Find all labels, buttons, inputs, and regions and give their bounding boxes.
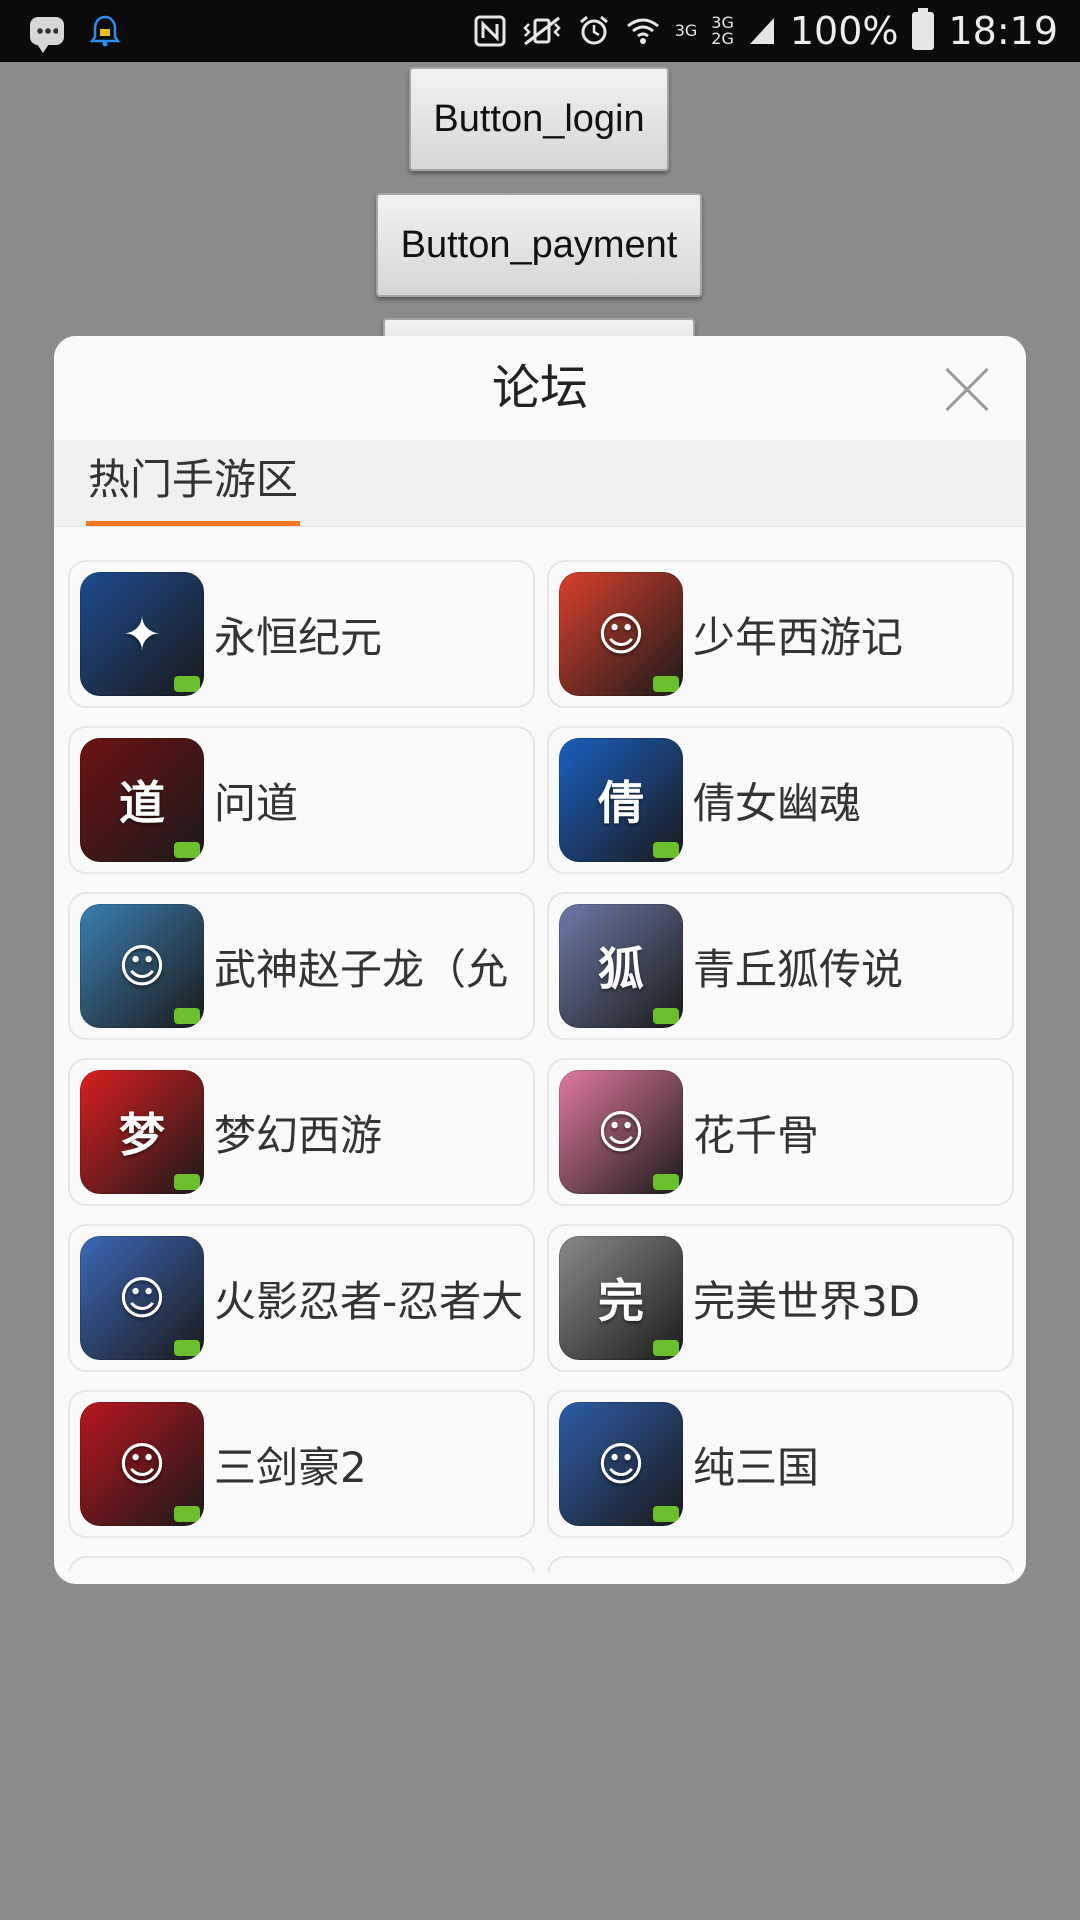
signal-icon bbox=[749, 18, 774, 44]
game-card-partial[interactable] bbox=[547, 1556, 1014, 1572]
iqiyi-badge-icon bbox=[653, 1008, 679, 1024]
network-type-3g: 3G bbox=[675, 23, 698, 39]
game-name: 倩女幽魂 bbox=[693, 778, 862, 828]
game-card[interactable]: ☺ 少年西游记 bbox=[547, 560, 1014, 708]
tab-label: 热门手游区 bbox=[88, 455, 299, 504]
network-label-mid-bottom: 2G bbox=[711, 29, 734, 48]
game-name: 问道 bbox=[214, 778, 299, 828]
game-icon-glyph: 狐 bbox=[598, 942, 644, 996]
nfc-icon bbox=[474, 15, 506, 47]
forum-dialog: 论坛 热门手游区 ✦ 永恒纪元 ☺ 少年西游记道问道倩倩女幽魂 ☺ 武神赵子龙（允狐青丘狐… bbox=[54, 336, 1026, 1584]
iqiyi-badge-icon bbox=[653, 1340, 679, 1356]
game-icon-ninja: ☺ bbox=[80, 1236, 204, 1360]
game-icon-portrait-girl: ☺ bbox=[80, 904, 204, 1028]
game-icon-glyph: 倩 bbox=[598, 776, 644, 830]
status-bar-right: 3G 3G 2G 100% 18:19 bbox=[473, 0, 1058, 62]
game-name: 武神赵子龙（允 bbox=[214, 944, 509, 994]
game-icon-glyph: ✦ bbox=[122, 607, 162, 661]
game-card[interactable]: 完完美世界3D bbox=[547, 1224, 1014, 1372]
game-icon-dream: 梦 bbox=[80, 1070, 204, 1194]
game-icon-winged-knight: ✦ bbox=[80, 572, 204, 696]
game-name: 火影忍者-忍者大 bbox=[214, 1276, 524, 1326]
game-icon-glyph: ☺ bbox=[597, 1437, 645, 1491]
game-icon-glyph: ☺ bbox=[118, 1271, 166, 1325]
game-name: 梦幻西游 bbox=[214, 1110, 383, 1160]
iqiyi-badge-icon bbox=[174, 842, 200, 858]
game-icon-calligraphy: 道 bbox=[80, 738, 204, 862]
network-label-top: 3G bbox=[674, 21, 698, 40]
game-icon-fox: 狐 bbox=[559, 904, 683, 1028]
tab-bar: 热门手游区 bbox=[54, 440, 1026, 527]
game-icon-warrior: ☺ bbox=[559, 1402, 683, 1526]
iqiyi-badge-icon bbox=[653, 676, 679, 692]
game-name: 纯三国 bbox=[693, 1442, 820, 1492]
game-icon-glyph: ☺ bbox=[597, 607, 645, 661]
game-icon-calligraphy-blue: 倩 bbox=[559, 738, 683, 862]
game-icon-glyph: 完 bbox=[598, 1274, 644, 1328]
status-bar: 3G 3G 2G 100% 18:19 bbox=[0, 0, 1080, 62]
game-name: 永恒纪元 bbox=[214, 612, 383, 662]
status-bar-left bbox=[30, 10, 120, 53]
game-icon-glyph: 梦 bbox=[119, 1108, 165, 1162]
game-icon-swordswoman: ☺ bbox=[80, 1402, 204, 1526]
iqiyi-badge-icon bbox=[174, 1174, 200, 1190]
game-icon-glyph: 道 bbox=[119, 776, 165, 830]
game-name: 三剑豪2 bbox=[214, 1442, 367, 1492]
chat-icon bbox=[30, 17, 64, 53]
iqiyi-badge-icon bbox=[174, 1506, 200, 1522]
game-card[interactable]: 道问道 bbox=[68, 726, 535, 874]
game-list[interactable]: ✦ 永恒纪元 ☺ 少年西游记道问道倩倩女幽魂 ☺ 武神赵子龙（允狐青丘狐传说梦梦幻西游 ☺ 花… bbox=[54, 526, 1026, 1572]
game-card-partial[interactable] bbox=[68, 1556, 535, 1572]
game-card[interactable]: ☺ 武神赵子龙（允 bbox=[68, 892, 535, 1040]
game-icon-glyph: ☺ bbox=[118, 939, 166, 993]
game-icon-portrait-pink: ☺ bbox=[559, 1070, 683, 1194]
iqiyi-badge-icon bbox=[653, 1174, 679, 1190]
close-icon[interactable] bbox=[944, 366, 990, 412]
battery-percent: 100% bbox=[789, 9, 899, 53]
dialog-title: 论坛 bbox=[491, 360, 588, 416]
game-grid: ✦ 永恒纪元 ☺ 少年西游记道问道倩倩女幽魂 ☺ 武神赵子龙（允狐青丘狐传说梦梦幻西游 ☺ 花… bbox=[68, 560, 1014, 1572]
game-name: 完美世界3D bbox=[693, 1276, 921, 1326]
vibrate-icon bbox=[522, 16, 561, 46]
game-icon-perfect-world: 完 bbox=[559, 1236, 683, 1360]
game-icon-glyph: ☺ bbox=[597, 1105, 645, 1159]
wifi-icon bbox=[626, 18, 659, 44]
bell-icon bbox=[90, 15, 120, 47]
battery-icon bbox=[912, 8, 935, 50]
game-card[interactable]: ✦ 永恒纪元 bbox=[68, 560, 535, 708]
game-card[interactable]: 梦梦幻西游 bbox=[68, 1058, 535, 1206]
dialog-header: 论坛 bbox=[54, 336, 1026, 440]
game-card[interactable]: ☺ 花千骨 bbox=[547, 1058, 1014, 1206]
game-icon-glyph: ☺ bbox=[118, 1437, 166, 1491]
login-button[interactable]: Button_login bbox=[409, 67, 669, 171]
game-name: 少年西游记 bbox=[693, 612, 904, 662]
game-card[interactable]: 狐青丘狐传说 bbox=[547, 892, 1014, 1040]
iqiyi-badge-icon bbox=[174, 676, 200, 692]
game-icon-monkey-king: ☺ bbox=[559, 572, 683, 696]
payment-button[interactable]: Button_payment bbox=[376, 193, 702, 297]
iqiyi-badge-icon bbox=[653, 842, 679, 858]
game-card[interactable]: ☺ 纯三国 bbox=[547, 1390, 1014, 1538]
alarm-icon bbox=[579, 15, 608, 45]
iqiyi-badge-icon bbox=[653, 1506, 679, 1522]
game-card[interactable]: ☺ 火影忍者-忍者大 bbox=[68, 1224, 535, 1372]
game-card[interactable]: ☺ 三剑豪2 bbox=[68, 1390, 535, 1538]
game-name: 花千骨 bbox=[693, 1110, 820, 1160]
clock-time: 18:19 bbox=[948, 9, 1058, 53]
tab-hot-mobile-games[interactable]: 热门手游区 bbox=[86, 440, 301, 526]
game-name: 青丘狐传说 bbox=[693, 944, 904, 994]
network-type-3g-2g: 3G 2G bbox=[711, 15, 734, 47]
iqiyi-badge-icon bbox=[174, 1008, 200, 1024]
game-card[interactable]: 倩倩女幽魂 bbox=[547, 726, 1014, 874]
iqiyi-badge-icon bbox=[174, 1340, 200, 1356]
